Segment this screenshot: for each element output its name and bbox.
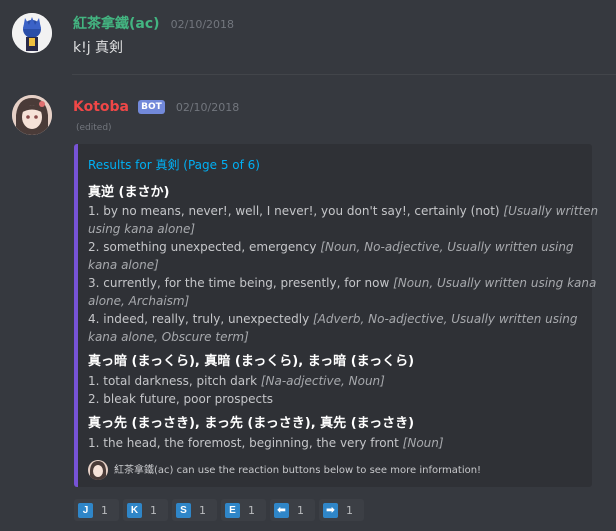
bot-badge: BOT (138, 100, 165, 114)
left-arrow-icon: ⬅ (274, 502, 289, 518)
reaction-next[interactable]: ➡ 1 (319, 499, 364, 521)
definition-line: 3. currently, for the time being, presen… (88, 276, 597, 290)
reaction-k[interactable]: K 1 (123, 499, 168, 521)
reaction-count: 1 (150, 503, 157, 517)
user-avatar[interactable] (12, 13, 52, 53)
e-key-icon: E (225, 502, 240, 518)
definition-line: kana alone, Obscure term] (88, 330, 249, 344)
definition-line: 1. by no means, never!, well, I never!, … (88, 204, 599, 218)
definition-line: kana alone] (88, 258, 159, 272)
bot-avatar[interactable] (12, 95, 52, 135)
k-key-icon: K (127, 502, 142, 518)
reaction-count: 1 (297, 503, 304, 517)
s-key-icon: S (176, 502, 191, 518)
definition-line: 2. something unexpected, emergency [Noun… (88, 240, 574, 254)
message-content: k!j 真剣 (73, 40, 124, 56)
reaction-previous[interactable]: ⬅ 1 (270, 499, 315, 521)
j-key-icon: J (78, 502, 93, 518)
edited-label: (edited) (76, 123, 112, 133)
dictionary-embed: Results for 真剣 (Page 5 of 6) 真逆 (まさか) 1.… (74, 144, 598, 487)
right-arrow-icon: ➡ (323, 502, 338, 518)
timestamp: 02/10/2018 (170, 18, 235, 31)
definition-line: 4. indeed, really, truly, unexpectedly [… (88, 312, 578, 326)
reaction-count: 1 (248, 503, 255, 517)
username[interactable]: 紅茶拿鐵(ac) (73, 16, 160, 32)
embed-title[interactable]: Results for 真剣 (Page 5 of 6) (88, 156, 260, 173)
reaction-count: 1 (199, 503, 206, 517)
reaction-e[interactable]: E 1 (221, 499, 266, 521)
footer-text: 紅茶拿鐵(ac) can use the reaction buttons be… (114, 465, 482, 476)
reaction-count: 1 (101, 503, 108, 517)
definition-line: alone, Archaism] (88, 294, 190, 308)
embed-footer: 紅茶拿鐵(ac) can use the reaction buttons be… (88, 460, 481, 480)
reaction-j[interactable]: J 1 (74, 499, 119, 521)
entry-heading: 真っ先 (まっさき), まっ先 (まっさき), 真先 (まっさき) (88, 416, 415, 431)
entry-heading: 真っ暗 (まっくら), 真暗 (まっくら), まっ暗 (まっくら) (88, 354, 415, 369)
bot-username[interactable]: Kotoba (73, 99, 129, 115)
footer-avatar (88, 460, 108, 480)
reaction-s[interactable]: S 1 (172, 499, 217, 521)
definition-line: 1. the head, the foremost, beginning, th… (88, 436, 444, 450)
reaction-count: 1 (346, 503, 353, 517)
message-divider (72, 74, 616, 75)
definition-line: 2. bleak future, poor prospects (88, 392, 274, 406)
timestamp: 02/10/2018 (175, 101, 240, 114)
definition-line: 1. total darkness, pitch dark [Na-adject… (88, 374, 385, 388)
definition-line: using kana alone] (88, 222, 196, 236)
entry-heading: 真逆 (まさか) (88, 185, 170, 200)
reaction-bar: J 1 K 1 S 1 E 1 ⬅ 1 ➡ 1 (74, 499, 364, 521)
